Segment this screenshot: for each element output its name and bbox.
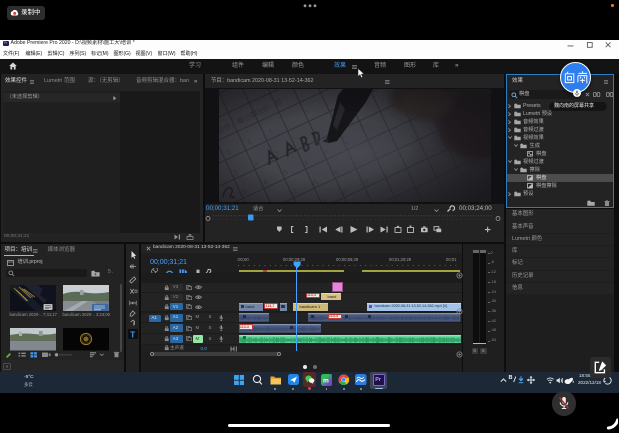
- svg-text:T: T: [130, 330, 135, 339]
- svg-text:m: m: [323, 377, 329, 384]
